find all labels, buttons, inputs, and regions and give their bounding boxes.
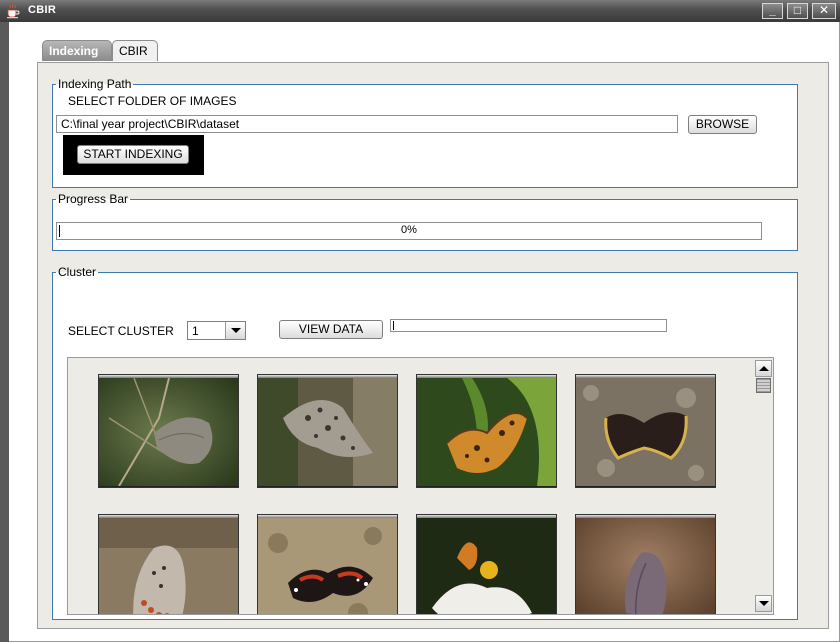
dark-butterfly-image — [576, 378, 715, 486]
indexing-progress-bar: 0% — [56, 222, 762, 240]
thumbnail-image[interactable] — [98, 374, 239, 488]
maximize-button[interactable]: □ — [787, 3, 808, 19]
start-indexing-button[interactable]: START INDEXING — [77, 145, 189, 164]
vertical-scrollbar[interactable] — [755, 358, 773, 614]
minimize-button[interactable]: _ — [762, 3, 783, 19]
brown-butterfly-image — [576, 518, 715, 614]
progress-percent-text: 0% — [401, 224, 417, 236]
tab-cbir[interactable]: CBIR — [112, 40, 158, 61]
cluster-select-dropdown[interactable]: 1 — [187, 321, 246, 340]
start-indexing-focus-frame: START INDEXING — [63, 135, 204, 175]
browse-button[interactable]: BROWSE — [688, 115, 757, 134]
image-results-scroll-pane[interactable] — [67, 357, 774, 615]
indexing-path-legend: Indexing Path — [58, 77, 132, 91]
spotted-moth-image — [258, 378, 397, 486]
thumbnail-image[interactable] — [257, 374, 398, 488]
blue-butterfly-image — [99, 518, 238, 614]
window-frame-left — [0, 22, 9, 642]
indexing-tab-panel: Indexing Path SELECT FOLDER OF IMAGES C:… — [37, 62, 829, 629]
cluster-select-value: 1 — [192, 324, 199, 338]
cluster-legend: Cluster — [58, 265, 97, 279]
comma-butterfly-image — [417, 378, 556, 486]
close-button[interactable]: ✕ — [812, 3, 836, 19]
folder-path-field[interactable]: C:\final year project\CBIR\dataset — [56, 115, 678, 133]
thumbnail-image[interactable] — [98, 514, 239, 614]
select-folder-label: SELECT FOLDER OF IMAGES — [68, 94, 237, 108]
tab-indexing[interactable]: Indexing — [42, 40, 112, 61]
title-bar[interactable]: CBIR _ □ ✕ — [0, 0, 840, 22]
thumbnail-image[interactable] — [416, 374, 557, 488]
cluster-info-field[interactable] — [390, 319, 667, 332]
indexing-path-group: Indexing Path SELECT FOLDER OF IMAGES C:… — [52, 77, 798, 188]
red-admiral-image — [258, 518, 397, 614]
grey-butterfly-image — [99, 378, 238, 486]
thumbnail-image[interactable] — [575, 374, 716, 488]
scrollbar-thumb[interactable] — [756, 378, 771, 393]
progress-bar-group: Progress Bar 0% — [52, 192, 798, 251]
thumbnail-image[interactable] — [575, 514, 716, 614]
view-data-button[interactable]: VIEW DATA — [279, 320, 383, 339]
thumbnail-image[interactable] — [257, 514, 398, 614]
window-title: CBIR — [28, 4, 57, 16]
text-caret — [393, 321, 394, 330]
progress-bar-legend: Progress Bar — [58, 192, 129, 206]
chevron-down-icon[interactable] — [225, 322, 245, 339]
select-cluster-label: SELECT CLUSTER — [68, 324, 174, 338]
cluster-group: Cluster SELECT CLUSTER 1 VIEW DATA — [52, 265, 798, 620]
scroll-down-icon[interactable] — [755, 595, 772, 612]
java-coffee-cup-icon — [7, 3, 20, 19]
orange-butterfly-on-flower-image — [417, 518, 556, 614]
application-window: CBIR _ □ ✕ Indexing CBIR Indexing Path S… — [0, 0, 840, 642]
content-pane: Indexing CBIR Indexing Path SELECT FOLDE… — [9, 22, 839, 641]
thumbnail-image[interactable] — [416, 514, 557, 614]
scroll-up-icon[interactable] — [755, 360, 772, 377]
